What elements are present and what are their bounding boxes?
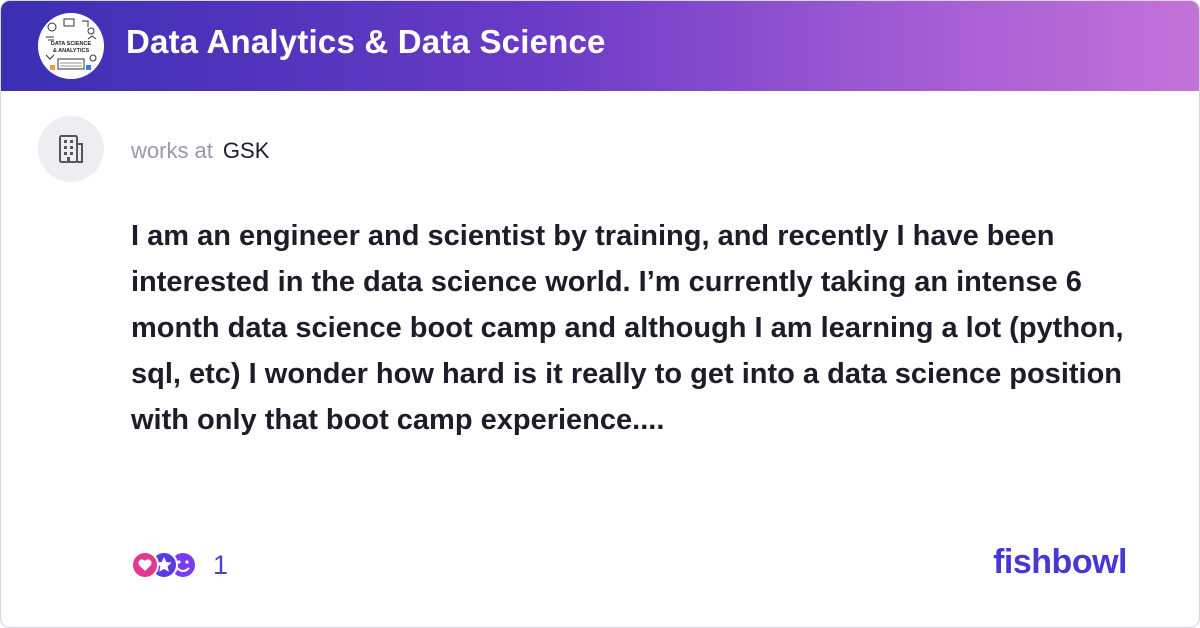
bowl-avatar-image: DATA SCIENCE & ANALYTICS <box>38 13 104 79</box>
reaction-icons[interactable] <box>131 549 201 581</box>
building-icon <box>59 135 83 163</box>
company-name[interactable]: GSK <box>223 138 269 163</box>
post-text[interactable]: I am an engineer and scientist by traini… <box>131 213 1171 443</box>
bowl-header[interactable]: DATA SCIENCE & ANALYTICS Data Analytics … <box>1 1 1199 91</box>
bowl-title[interactable]: Data Analytics & Data Science <box>126 23 606 61</box>
heart-reaction-icon <box>131 551 159 579</box>
reaction-count[interactable]: 1 <box>213 549 228 581</box>
post-card: DATA SCIENCE & ANALYTICS Data Analytics … <box>0 0 1200 628</box>
works-at-label: works at <box>131 138 213 163</box>
avatar-label-line2: & ANALYTICS <box>53 48 90 54</box>
author-info: works at GSK <box>131 138 269 164</box>
company-avatar <box>38 116 104 182</box>
fishbowl-logo[interactable]: fishbowl <box>993 543 1127 582</box>
bowl-avatar[interactable]: DATA SCIENCE & ANALYTICS <box>38 13 104 79</box>
avatar-label-line1: DATA SCIENCE <box>51 41 92 47</box>
